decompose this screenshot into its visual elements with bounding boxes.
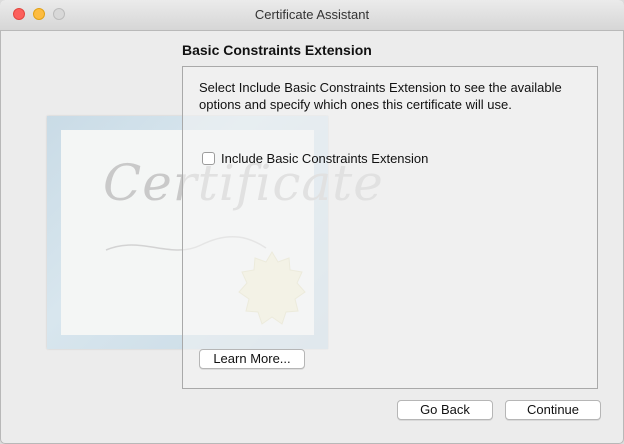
go-back-button[interactable]: Go Back [397, 400, 493, 420]
include-basic-constraints-option[interactable]: Include Basic Constraints Extension [202, 151, 428, 166]
include-basic-constraints-label[interactable]: Include Basic Constraints Extension [221, 151, 428, 166]
options-panel: Select Include Basic Constraints Extensi… [182, 66, 598, 389]
window-title: Certificate Assistant [254, 7, 370, 22]
title-bar[interactable]: Certificate Assistant [0, 0, 624, 31]
include-basic-constraints-checkbox[interactable] [202, 152, 215, 165]
certificate-assistant-window: Certificate Assistant Certificate Basic … [0, 0, 624, 444]
instructions-text: Select Include Basic Constraints Extensi… [199, 80, 562, 112]
page-title: Basic Constraints Extension [182, 42, 372, 58]
continue-button[interactable]: Continue [505, 400, 601, 420]
learn-more-button[interactable]: Learn More... [199, 349, 305, 369]
